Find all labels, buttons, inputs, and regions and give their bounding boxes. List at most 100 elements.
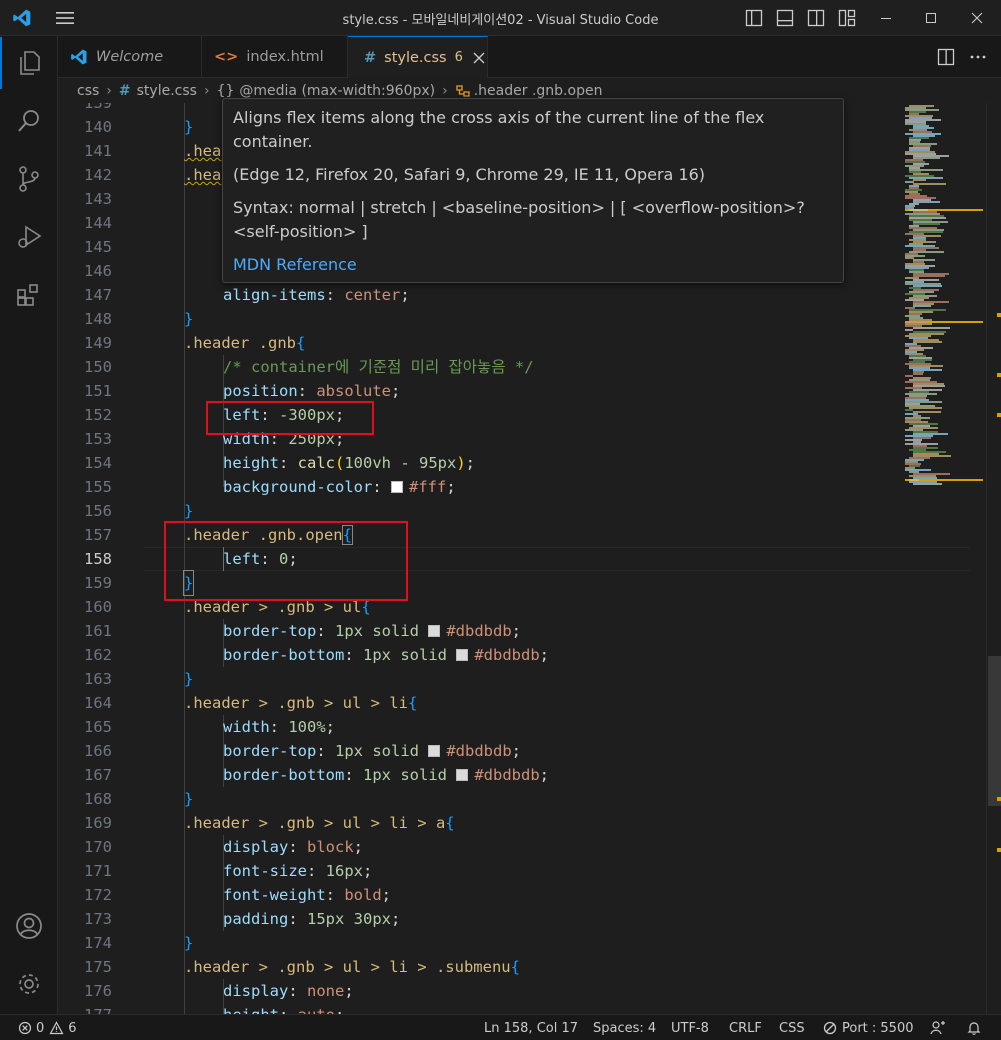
- live-server-port[interactable]: Port : 5500: [823, 1015, 914, 1040]
- minimap[interactable]: [900, 103, 986, 1014]
- language-mode[interactable]: CSS: [779, 1015, 805, 1040]
- line-number: 145: [84, 238, 112, 256]
- explorer-button[interactable]: [0, 37, 58, 89]
- minimap-code-line: [913, 305, 932, 307]
- tab-style-css[interactable]: # style.css 6: [348, 36, 488, 78]
- color-swatch[interactable]: [456, 769, 469, 781]
- files-icon: [20, 51, 40, 75]
- code-line: .header > .gnb > ul > li > .submenu{: [184, 958, 520, 976]
- bell-icon: [967, 1022, 981, 1035]
- line-number: 139: [84, 103, 112, 112]
- code-line: width: 250px;: [223, 430, 345, 448]
- line-number: 143: [84, 190, 112, 208]
- line-number: 146: [84, 262, 112, 280]
- color-swatch[interactable]: [428, 625, 441, 637]
- color-swatch[interactable]: [428, 745, 441, 757]
- close-tab-icon[interactable]: [473, 52, 485, 64]
- code-line: }: [184, 670, 194, 688]
- code-line: }: [184, 934, 194, 952]
- indentation-status[interactable]: Spaces: 4: [593, 1015, 656, 1040]
- gear-icon: [19, 974, 39, 994]
- scroll-marker: [997, 797, 1001, 801]
- manage-button[interactable]: [0, 958, 58, 1010]
- minimap-code-line: [913, 327, 950, 329]
- search-icon: [18, 110, 39, 132]
- notifications-status[interactable]: [966, 1015, 982, 1040]
- customize-layout-icon[interactable]: [837, 8, 857, 28]
- close-icon: [971, 12, 983, 24]
- maximize-button[interactable]: [909, 0, 953, 36]
- search-button[interactable]: [0, 95, 58, 147]
- code-line: display: none;: [223, 982, 354, 1000]
- menu-icon[interactable]: [54, 8, 76, 28]
- scrollbar-thumb[interactable]: [988, 656, 1001, 806]
- accounts-status[interactable]: [930, 1015, 946, 1040]
- html-icon: <>: [214, 49, 239, 65]
- color-swatch[interactable]: [456, 649, 469, 661]
- breadcrumb-rule[interactable]: .header .gnb.open: [474, 83, 603, 99]
- chevron-right-icon: ›: [203, 83, 210, 99]
- minimize-button[interactable]: [864, 0, 908, 36]
- code-line: .header .gnb{: [184, 334, 306, 352]
- extensions-button[interactable]: [0, 269, 58, 321]
- run-and-debug-button[interactable]: [0, 211, 58, 263]
- code-comment: /* container에 기준점 미리 잡아놓음 */: [223, 358, 534, 376]
- toggle-secondary-sidebar-icon[interactable]: [806, 8, 826, 28]
- code-line: font-weight: bold;: [223, 886, 391, 904]
- scroll-marker: [997, 413, 1001, 417]
- minimap-code-line: [913, 341, 943, 343]
- code-line: height: auto;: [58, 1003, 1001, 1014]
- minimap-code-line: [909, 407, 943, 409]
- tab-index-html[interactable]: <> index.html: [202, 36, 348, 78]
- hover-tooltip: Aligns flex items along the cross axis o…: [222, 98, 844, 283]
- color-swatch[interactable]: [390, 481, 403, 493]
- accounts-button[interactable]: [0, 900, 58, 952]
- tab-label: index.html: [246, 49, 324, 65]
- code-line: background-color: #fff;: [223, 478, 456, 496]
- code-line: width: 100%;: [223, 718, 336, 736]
- source-control-icon: [19, 166, 39, 192]
- minimap-code-line: [905, 375, 913, 377]
- minimap-code-line: [905, 329, 914, 331]
- close-window-button[interactable]: [955, 0, 999, 36]
- code-line: }: [184, 310, 194, 328]
- eol-status[interactable]: CRLF: [729, 1015, 762, 1040]
- maximize-icon: [926, 13, 936, 23]
- code-line: .header > .gnb > ul > li{: [184, 694, 418, 712]
- status-bar: 0 6 Ln 158, Col 17 Spaces: 4 UTF-8 CRLF …: [0, 1014, 1001, 1040]
- split-editor-icon[interactable]: [936, 47, 956, 67]
- code-line: border-top: 1px solid #dbdbdb;: [223, 622, 522, 640]
- problem-count-badge: 6: [454, 50, 463, 65]
- line-number: 144: [84, 214, 112, 232]
- source-control-button[interactable]: [0, 153, 58, 205]
- vscode-logo-icon: [13, 9, 31, 27]
- code-line: padding: 15px 30px;: [223, 910, 401, 928]
- hover-syntax: Syntax: normal | stretch | <baseline-pos…: [233, 198, 805, 241]
- cursor-position[interactable]: Ln 158, Col 17: [484, 1015, 578, 1040]
- broadcast-icon: [823, 1021, 837, 1035]
- port-label: Port : 5500: [842, 1020, 914, 1036]
- toggle-panel-icon[interactable]: [775, 8, 795, 28]
- mdn-reference-link[interactable]: MDN Reference: [233, 253, 833, 277]
- warning-icon: [49, 1021, 64, 1035]
- symbol-rule-icon: [456, 85, 470, 97]
- title-bar: style.css - 모바일네비게이션02 - Visual Studio C…: [0, 0, 1001, 36]
- code-line: border-top: 1px solid #dbdbdb;: [223, 742, 522, 760]
- vertical-scrollbar[interactable]: [986, 103, 1001, 1014]
- more-actions-icon[interactable]: [968, 47, 988, 67]
- breadcrumb-file[interactable]: style.css: [137, 83, 197, 99]
- encoding-status[interactable]: UTF-8: [671, 1015, 709, 1040]
- toggle-primary-sidebar-icon[interactable]: [744, 8, 764, 28]
- scroll-marker: [997, 373, 1001, 377]
- tab-welcome[interactable]: Welcome: [58, 36, 202, 78]
- annotation-box: [164, 521, 408, 601]
- problems-status[interactable]: 0 6: [18, 1015, 77, 1040]
- editor-tab-bar: Welcome <> index.html # style.css 6: [58, 36, 1001, 78]
- breadcrumb-media-query[interactable]: @media (max-width:960px): [239, 83, 435, 99]
- breadcrumb-folder[interactable]: css: [77, 83, 99, 99]
- scroll-marker: [997, 313, 1001, 317]
- code-line: border-bottom: 1px solid #dbdbdb;: [223, 646, 550, 664]
- css-hash-icon: #: [118, 83, 131, 99]
- chevron-right-icon: ›: [106, 83, 112, 99]
- run-debug-icon: [18, 225, 42, 248]
